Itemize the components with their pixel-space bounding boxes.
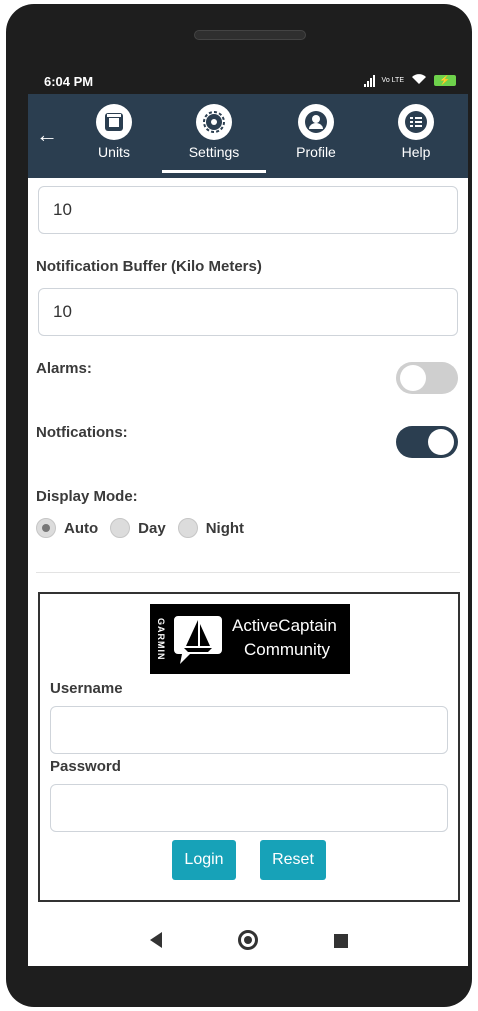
tab-settings-label: Settings [188,144,240,160]
alarms-toggle[interactable] [396,362,458,394]
logo-title-line2: Community [244,640,330,659]
phone-frame: 6:04 PM Vo LTE ⚡ ← Units Settings Profil… [6,4,472,1007]
tab-settings[interactable]: Settings [174,104,254,160]
display-mode-label: Display Mode: [36,488,138,505]
username-label: Username [50,680,123,697]
volte-icon: Vo LTE [381,77,404,84]
activecaptain-logo: GARMIN ActiveCaptain Community [150,604,350,674]
username-field[interactable] [50,706,448,754]
top-number-field[interactable]: 10 [38,186,458,234]
phone-speaker [194,30,306,40]
status-bar: 6:04 PM Vo LTE ⚡ [28,66,468,94]
tab-selected-indicator [162,170,266,173]
system-nav-bar [28,916,468,966]
sailboat-icon [174,616,222,664]
tab-profile[interactable]: Profile [276,104,356,160]
alarms-label: Alarms: [36,360,92,377]
reset-button[interactable]: Reset [260,840,326,880]
app-bar: ← Units Settings Profile Help [28,94,468,178]
back-arrow-icon[interactable]: ← [36,122,58,148]
garmin-wordmark: GARMIN [156,617,166,661]
nav-home-icon[interactable] [238,930,258,950]
radio-selected-icon [36,518,56,538]
radio-auto-label: Auto [64,519,99,537]
radio-unselected-icon [110,518,131,538]
units-icon [96,104,132,140]
nav-recent-icon[interactable] [334,934,348,948]
radio-night-label: Night [205,519,245,537]
tab-units[interactable]: Units [74,104,154,160]
screen: 6:04 PM Vo LTE ⚡ ← Units Settings Profil… [28,66,468,966]
tab-help[interactable]: Help [376,104,456,160]
activecaptain-login-box: GARMIN ActiveCaptain Community Username … [38,592,460,902]
radio-auto[interactable]: Auto [36,518,98,538]
gear-icon [196,104,232,140]
password-field[interactable] [50,784,448,832]
toggle-knob [400,365,426,391]
notifications-toggle[interactable] [396,426,458,458]
display-mode-radio-group: Auto Day Night [36,518,244,538]
nav-back-icon[interactable] [150,932,162,948]
logo-title-line1: ActiveCaptain [232,616,337,635]
radio-day-label: Day [138,519,166,537]
battery-charging-icon: ⚡ [434,75,456,86]
notification-buffer-field[interactable]: 10 [38,288,458,336]
status-icons: Vo LTE ⚡ [363,73,456,88]
settings-content: 10 Notification Buffer (Kilo Meters) 10 … [28,178,468,916]
wifi-icon [411,73,427,88]
status-time: 6:04 PM [44,74,94,89]
login-button[interactable]: Login [172,840,236,880]
radio-day[interactable]: Day [110,518,166,538]
tab-help-label: Help [401,144,431,160]
notification-buffer-label: Notification Buffer (Kilo Meters) [36,258,262,275]
tab-units-label: Units [98,144,130,160]
notifications-label: Notfications: [36,424,128,441]
list-icon [398,104,434,140]
radio-unselected-icon [177,518,198,538]
tab-profile-label: Profile [296,144,336,160]
profile-icon [298,104,334,140]
signal-icon [363,74,375,87]
password-label: Password [50,758,121,775]
radio-night[interactable]: Night [177,518,245,538]
toggle-knob [428,429,454,455]
divider [36,572,460,573]
